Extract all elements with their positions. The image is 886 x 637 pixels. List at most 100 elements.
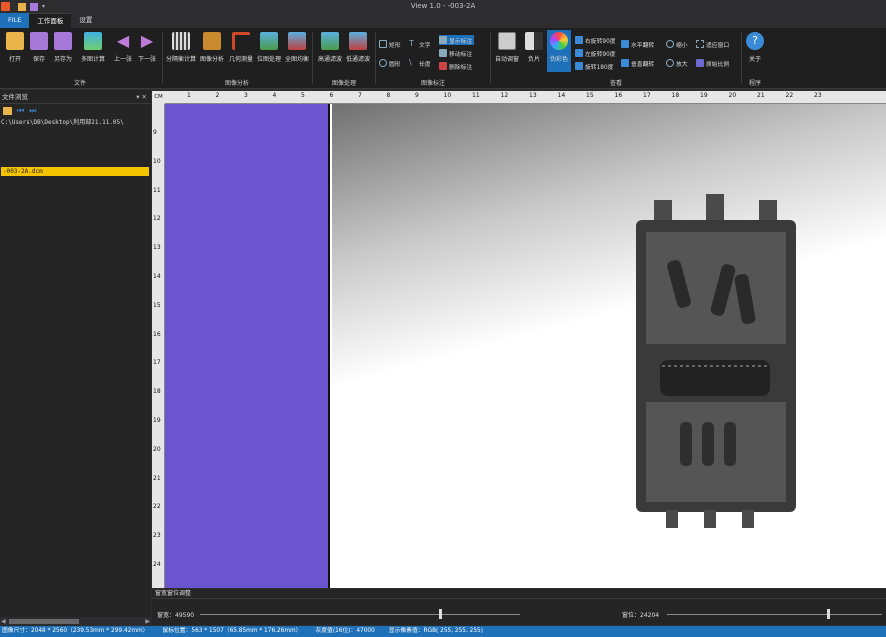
save-as-button[interactable]: 另存为 (52, 32, 74, 63)
rectangle-icon (379, 40, 387, 48)
ruler-tick-label: 3 (244, 92, 248, 99)
window-width-slider[interactable] (200, 614, 520, 615)
fit-icon (696, 40, 704, 48)
group-view: 自动调窗 负片 伪彩色 右旋转90度 左旋转90度 旋转180度 水平翻转 垂直… (491, 28, 741, 89)
bitmap-button[interactable]: 位图处理 (255, 32, 283, 63)
flip-v-button[interactable]: 垂直翻转 (621, 58, 654, 68)
group-label-annotation: 图像标注 (420, 80, 445, 87)
line-icon: \ (409, 58, 412, 67)
list-item[interactable]: -003-2A.dcm (1, 167, 149, 176)
save-button[interactable]: 保存 (28, 32, 50, 63)
curve-icon (498, 32, 516, 50)
auto-window-button[interactable]: 自动调窗 (493, 32, 521, 63)
pseudocolor-button[interactable]: 伪彩色 (547, 30, 571, 72)
image-analysis-button[interactable]: 图像分析 (198, 32, 226, 63)
show-annotation-button[interactable]: 显示标注 (439, 35, 475, 45)
file-browser-panel: 文件浏览 ▾ ✕ ⏮ ⏭ C:\Users\DB\Desktop\利用部21.1… (0, 90, 151, 626)
split-calc-button[interactable]: 分隔衡计算 (166, 32, 196, 63)
tab-settings[interactable]: 设置 (71, 13, 100, 28)
flip-h-button[interactable]: 水平翻转 (621, 39, 654, 49)
horizontal-scrollbar[interactable]: ◀ ▶ (0, 617, 151, 626)
next-button[interactable]: ▶ 下一张 (136, 32, 158, 64)
window-level-title: 窗宽窗位调整 (152, 589, 886, 599)
layers-icon (84, 32, 102, 50)
ruler-tick-label: 5 (301, 92, 305, 99)
title-bar: ▾ View 1.0 - -003-2A (0, 0, 886, 13)
original-scale-button[interactable]: 原始比例 (696, 58, 729, 68)
ruler-tick-label: 9 (153, 129, 157, 136)
ruler-tick-label: 16 (153, 330, 161, 338)
ruler-tick-label: 10 (443, 92, 452, 99)
picture-icon (260, 32, 278, 50)
group-analysis: 分隔衡计算 图像分析 几何测量 位图处理 全图均衡 图像分析 (164, 28, 310, 89)
ruler-tick-label: 15 (153, 301, 161, 309)
pseudocolor-region (165, 104, 330, 588)
circle-button[interactable]: 圆形 (379, 58, 401, 68)
about-button[interactable]: ? 关于 (744, 32, 766, 63)
image-canvas[interactable] (165, 104, 886, 588)
length-button[interactable]: \ 长度 (409, 58, 431, 68)
panel-controls[interactable]: ▾ ✕ (136, 90, 147, 104)
ruler-tick-label: 14 (153, 273, 161, 280)
window-width-thumb[interactable] (439, 609, 442, 619)
ruler-tick-label: 15 (586, 92, 594, 99)
ruler-angle-icon (232, 32, 250, 50)
open-button[interactable]: 打开 (4, 32, 26, 63)
ruler-tick-label: 22 (153, 503, 161, 511)
image-viewer[interactable]: CM 1 2 3 4 5 6 7 8 9 10 11 12 13 14 15 16 17 18 19 20 21 22 23… (152, 91, 886, 588)
flip-horizontal-icon (621, 40, 629, 48)
folder-icon (6, 32, 24, 50)
status-gray-value: 灰度值(16位)：47000 (315, 628, 375, 634)
highpass-button[interactable]: 高通滤波 (316, 32, 344, 63)
text-button[interactable]: T 文字 (409, 39, 431, 49)
multi-image-button[interactable]: 多图计算 (79, 32, 107, 63)
rotate-180-button[interactable]: 旋转180度 (575, 61, 613, 71)
panel-title: 文件浏览 (2, 93, 28, 101)
zoom-out-button[interactable]: 缩小 (666, 39, 688, 49)
group-label-program: 程序 (748, 80, 761, 87)
ribbon-tabs: FILE 工作面板 设置 (0, 13, 886, 28)
window-level-slider[interactable] (667, 614, 882, 615)
ruler-tick-label: 14 (557, 92, 566, 99)
window-level-thumb[interactable] (827, 609, 831, 619)
lowpass-button[interactable]: 低通滤波 (344, 32, 372, 63)
move-annotation-button[interactable]: 移动标注 (439, 48, 472, 58)
arrow-left-icon: ◀ (116, 31, 130, 50)
ruler-vertical: 9 10 11 12 13 14 15 16 17 18 19 20 21 22 23 24 (152, 104, 165, 588)
ruler-tick-label: 11 (472, 92, 480, 99)
panel-toolbar: ⏮ ⏭ (0, 104, 151, 117)
group-processing: 高通滤波 低通滤波 图像处理 (314, 28, 374, 89)
scroll-left-icon[interactable]: ◀ (1, 618, 6, 625)
ruler-tick-label: 11 (153, 186, 161, 194)
last-icon[interactable]: ⏭ (29, 106, 36, 116)
rotate-right-icon (575, 36, 583, 44)
scroll-right-icon[interactable]: ▶ (145, 618, 150, 625)
analysis-icon (203, 32, 221, 50)
lowpass-icon (349, 32, 367, 50)
ruler-tick-label: 17 (153, 359, 161, 367)
tab-workspace[interactable]: 工作面板 (29, 13, 72, 28)
ruler-unit: CM (152, 91, 165, 104)
zoom-out-icon (666, 40, 674, 48)
folder-path: C:\Users\DB\Desktop\利用部21.11.05\ (1, 119, 124, 126)
ruler-tick-label: 7 (358, 92, 362, 99)
folder-open-icon[interactable] (3, 106, 12, 115)
ruler-tick-label: 1 (187, 92, 191, 99)
rect-button[interactable]: 矩形 (379, 39, 401, 49)
group-label-analysis: 图像分析 (224, 80, 249, 87)
tab-file[interactable]: FILE (0, 13, 30, 28)
divider (312, 32, 313, 84)
prev-button[interactable]: ◀ 上一张 (112, 31, 134, 64)
negative-button[interactable]: 负片 (523, 32, 545, 63)
geometry-button[interactable]: 几何测量 (227, 32, 255, 63)
fit-window-button[interactable]: 适应窗口 (696, 39, 729, 49)
rotate-left-button[interactable]: 左旋转90度 (575, 48, 616, 58)
delete-annotation-button[interactable]: 删除标注 (439, 61, 472, 71)
rotate-right-button[interactable]: 右旋转90度 (575, 35, 616, 45)
scroll-thumb[interactable] (9, 619, 79, 624)
ruler-tick-label: 24 (153, 561, 161, 568)
ruler-tick-label: 20 (728, 92, 737, 99)
zoom-in-button[interactable]: 放大 (666, 58, 688, 68)
equalize-button[interactable]: 全图均衡 (283, 32, 311, 63)
first-icon[interactable]: ⏮ (17, 106, 24, 116)
